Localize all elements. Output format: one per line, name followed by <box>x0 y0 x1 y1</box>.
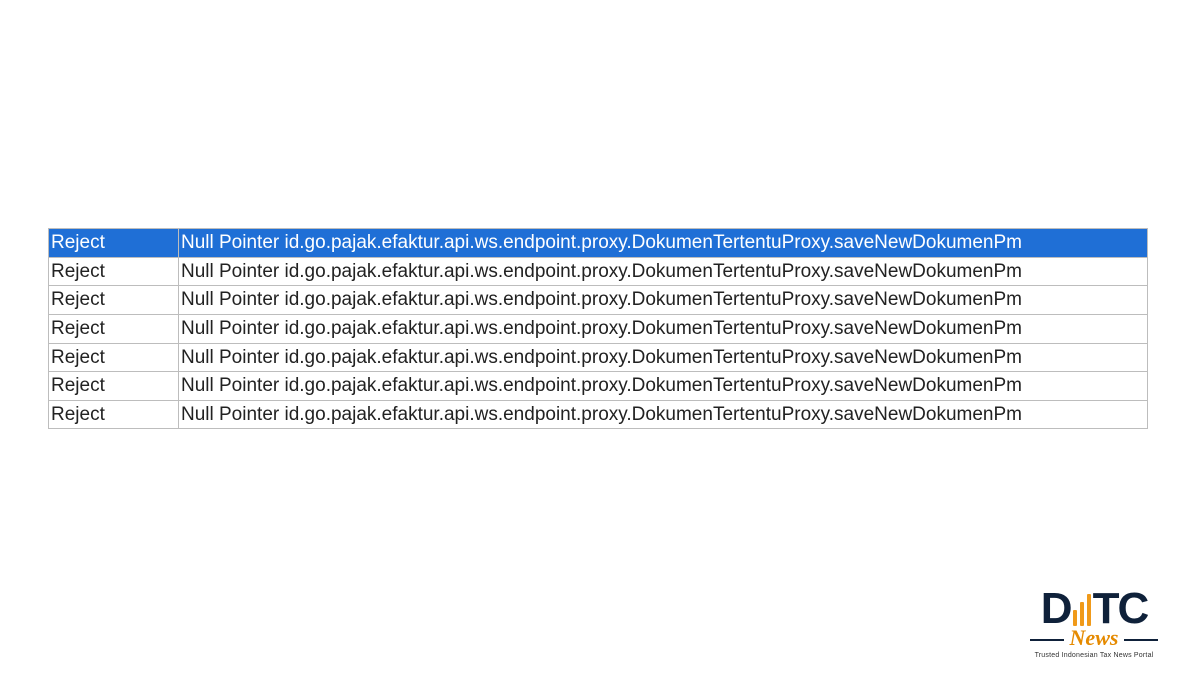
error-table-body: RejectNull Pointer id.go.pajak.efaktur.a… <box>49 229 1148 429</box>
logo-bars-icon <box>1073 592 1091 626</box>
status-cell: Reject <box>49 343 179 372</box>
ddtc-news-logo: D TC News Trusted Indonesian Tax News Po… <box>1014 587 1174 659</box>
status-cell: Reject <box>49 314 179 343</box>
status-cell: Reject <box>49 229 179 258</box>
error-table[interactable]: RejectNull Pointer id.go.pajak.efaktur.a… <box>48 228 1148 429</box>
status-cell: Reject <box>49 286 179 315</box>
error-table-container: RejectNull Pointer id.go.pajak.efaktur.a… <box>48 228 1148 429</box>
table-row[interactable]: RejectNull Pointer id.go.pajak.efaktur.a… <box>49 286 1148 315</box>
table-row[interactable]: RejectNull Pointer id.go.pajak.efaktur.a… <box>49 314 1148 343</box>
logo-tagline: Trusted Indonesian Tax News Portal <box>1014 652 1174 659</box>
table-row[interactable]: RejectNull Pointer id.go.pajak.efaktur.a… <box>49 229 1148 258</box>
table-row[interactable]: RejectNull Pointer id.go.pajak.efaktur.a… <box>49 372 1148 401</box>
message-cell: Null Pointer id.go.pajak.efaktur.api.ws.… <box>179 286 1148 315</box>
logo-news-text: News <box>1070 625 1119 650</box>
logo-news-line: News <box>1014 625 1174 651</box>
message-cell: Null Pointer id.go.pajak.efaktur.api.ws.… <box>179 229 1148 258</box>
message-cell: Null Pointer id.go.pajak.efaktur.api.ws.… <box>179 343 1148 372</box>
logo-rule-left <box>1030 639 1064 641</box>
message-cell: Null Pointer id.go.pajak.efaktur.api.ws.… <box>179 400 1148 429</box>
table-row[interactable]: RejectNull Pointer id.go.pajak.efaktur.a… <box>49 400 1148 429</box>
message-cell: Null Pointer id.go.pajak.efaktur.api.ws.… <box>179 257 1148 286</box>
message-cell: Null Pointer id.go.pajak.efaktur.api.ws.… <box>179 372 1148 401</box>
status-cell: Reject <box>49 372 179 401</box>
message-cell: Null Pointer id.go.pajak.efaktur.api.ws.… <box>179 314 1148 343</box>
table-row[interactable]: RejectNull Pointer id.go.pajak.efaktur.a… <box>49 257 1148 286</box>
logo-rule-right <box>1124 639 1158 641</box>
table-row[interactable]: RejectNull Pointer id.go.pajak.efaktur.a… <box>49 343 1148 372</box>
status-cell: Reject <box>49 400 179 429</box>
status-cell: Reject <box>49 257 179 286</box>
